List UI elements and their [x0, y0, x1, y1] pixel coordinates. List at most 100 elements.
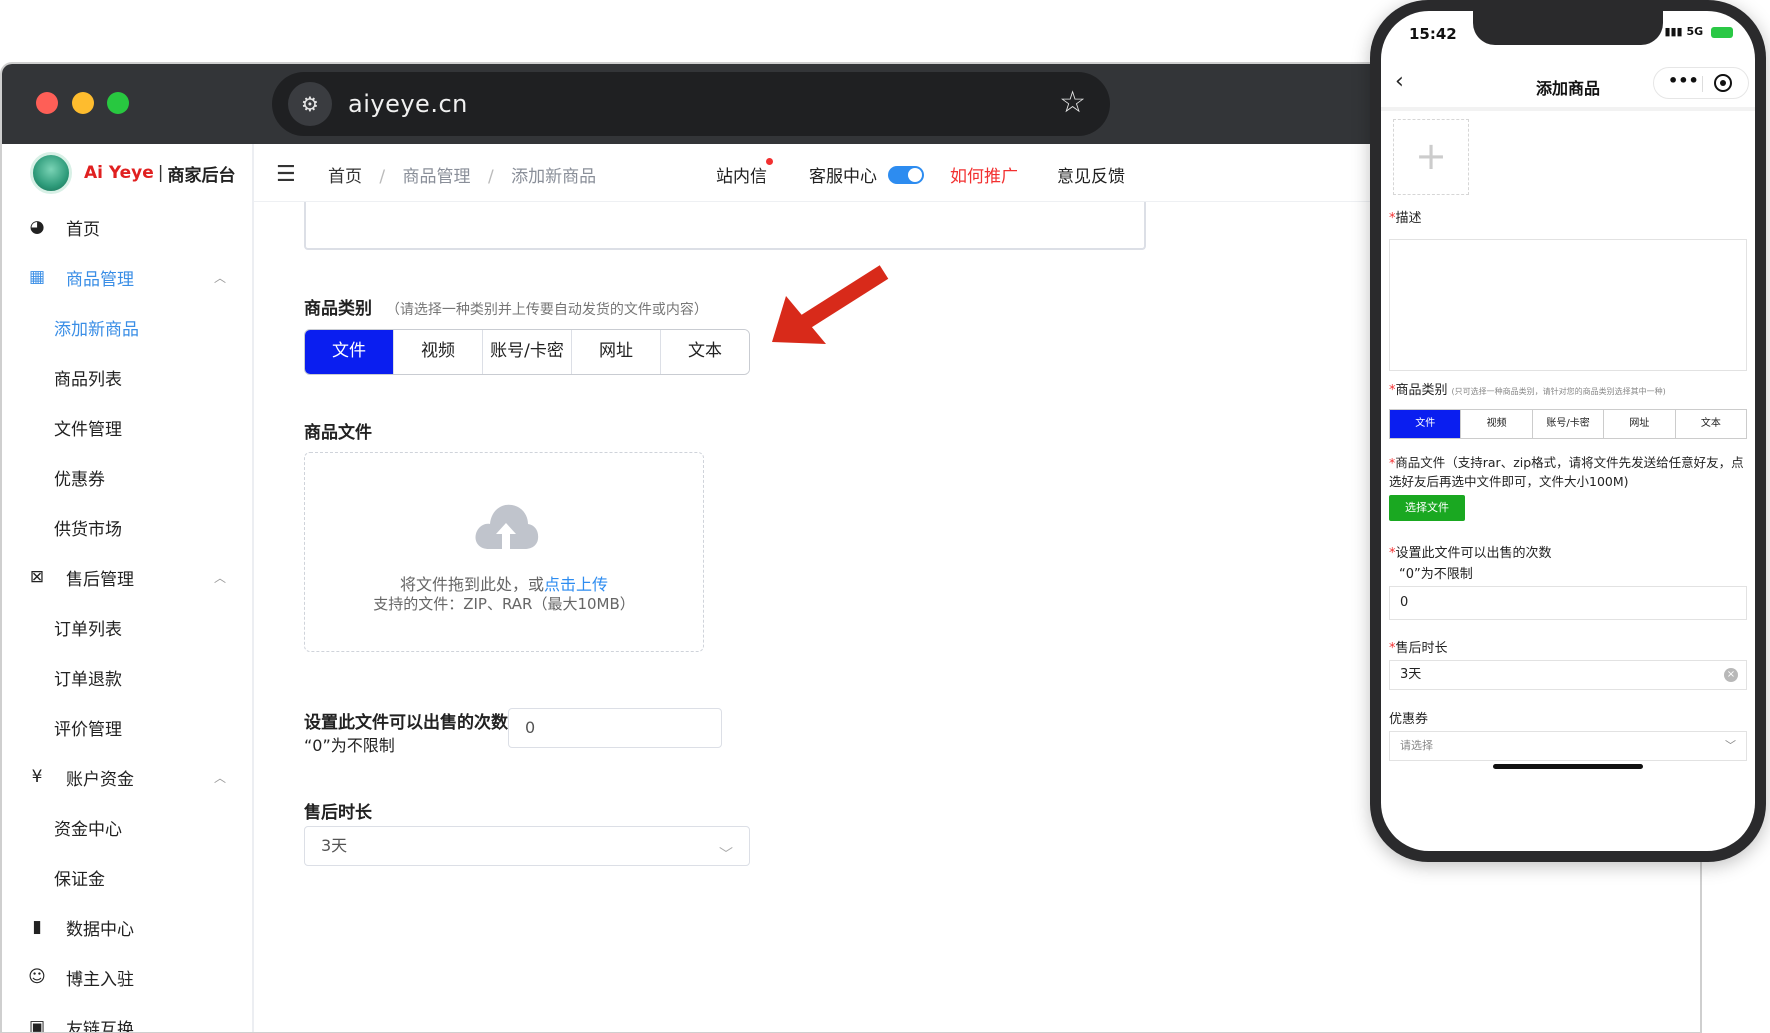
- service-toggle[interactable]: [888, 166, 925, 184]
- sidebar-item-label: 评价管理: [54, 719, 122, 740]
- phone-desc-label: *描述: [1389, 207, 1422, 226]
- minimize-window-button[interactable]: [72, 92, 94, 114]
- inbox-label: 站内信: [716, 167, 767, 187]
- home-indicator: [1493, 764, 1643, 769]
- phone-sell-count-note: “0”为不限制: [1399, 567, 1473, 582]
- service-center-link[interactable]: 客服中心: [809, 162, 925, 187]
- stage: ⚙ aiyeye.cn ☆ Ai Yeye | 商家后台 ◕ 首页 ▦ 商品管理…: [0, 0, 1770, 1033]
- category-option-file[interactable]: 文件: [305, 330, 394, 374]
- sidebar-item-reviews[interactable]: 评价管理: [2, 702, 252, 752]
- sidebar-item-links[interactable]: ▣ 友链互换: [2, 1002, 252, 1033]
- category-selector: 文件 视频 账号/卡密 网址 文本: [304, 329, 750, 375]
- phone-category-label: *商品类别 (只可选择一种商品类别，请针对您的商品类别选择其中一种): [1389, 379, 1666, 398]
- grid-icon: ▦: [28, 267, 46, 287]
- bookmark-star-icon[interactable]: ☆: [1059, 86, 1086, 120]
- chevron-up-icon: ︿: [213, 270, 226, 285]
- sidebar-item-label: 添加新商品: [54, 319, 139, 340]
- upload-text: 将文件拖到此处，或: [399, 575, 544, 594]
- aftersale-value: 3天: [321, 836, 348, 855]
- menu-toggle-icon[interactable]: ☰: [276, 162, 296, 187]
- clear-icon[interactable]: ×: [1724, 668, 1738, 682]
- sidebar-item-label: 商品管理: [66, 269, 134, 290]
- sidebar-item-orders[interactable]: 订单列表: [2, 602, 252, 652]
- breadcrumb-products[interactable]: 商品管理: [403, 167, 471, 187]
- yen-icon: ¥: [31, 767, 43, 787]
- sidebar-item-blogger[interactable]: ☺ 博主入驻: [2, 952, 252, 1002]
- status-indicators: ▮▮▮ 5G: [1664, 25, 1733, 38]
- sidebar-item-deposit[interactable]: 保证金: [2, 852, 252, 902]
- phone-navbar: ‹ 添加商品 •••: [1381, 61, 1755, 107]
- category-label: 商品类别: [304, 299, 372, 319]
- brand-separator: |: [157, 163, 164, 183]
- phone-category-selector: 文件 视频 账号/卡密 网址 文本: [1389, 409, 1747, 439]
- desc-label-text: 描述: [1395, 211, 1422, 226]
- aftersale-select[interactable]: 3天 ﹀: [304, 826, 750, 866]
- category-option-text[interactable]: 文本: [661, 330, 749, 374]
- sidebar-item-funds[interactable]: ¥ 账户资金 ︿: [2, 752, 252, 802]
- brand-subtitle: 商家后台: [167, 165, 236, 186]
- add-image-button[interactable]: +: [1393, 119, 1469, 195]
- category-option-url[interactable]: 网址: [572, 330, 661, 374]
- sidebar-item-data-center[interactable]: ▮ 数据中心: [2, 902, 252, 952]
- sidebar-item-label: 友链互换: [66, 1019, 134, 1033]
- sidebar-item-aftersale[interactable]: ⊠ 售后管理 ︿: [2, 552, 252, 602]
- category-option-account[interactable]: 账号/卡密: [483, 330, 572, 374]
- sidebar-item-product-list[interactable]: 商品列表: [2, 352, 252, 402]
- phone-aftersale-input[interactable]: 3天 ×: [1389, 660, 1747, 690]
- chevron-down-icon: ﹀: [719, 847, 733, 863]
- phone-sell-count-input[interactable]: 0: [1389, 586, 1747, 620]
- breadcrumb-separator: /: [487, 167, 494, 187]
- sidebar-item-label: 文件管理: [54, 419, 122, 440]
- dashboard-icon: ◕: [29, 217, 45, 237]
- brand[interactable]: Ai Yeye | 商家后台: [2, 144, 252, 202]
- phone-category-url[interactable]: 网址: [1604, 410, 1676, 438]
- sidebar: Ai Yeye | 商家后台 ◕ 首页 ▦ 商品管理 ︿ 添加新商品 商品列表 …: [2, 144, 254, 1032]
- phone-desc-textarea[interactable]: [1389, 239, 1747, 371]
- sidebar-item-refunds[interactable]: 订单退款: [2, 652, 252, 702]
- blogger-icon: ☺: [28, 967, 46, 987]
- sidebar-item-label: 博主入驻: [66, 969, 134, 990]
- phone-coupon-label: 优惠券: [1389, 712, 1429, 727]
- sidebar-item-fund-center[interactable]: 资金中心: [2, 802, 252, 852]
- promo-link[interactable]: 如何推广: [950, 162, 1018, 187]
- file-upload-dropzone[interactable]: 将文件拖到此处，或点击上传 支持的文件：ZIP、RAR（最大10MB）: [304, 452, 704, 652]
- upload-link[interactable]: 点击上传: [544, 575, 608, 594]
- more-options-icon[interactable]: •••: [1668, 71, 1699, 90]
- phone-category-account[interactable]: 账号/卡密: [1533, 410, 1605, 438]
- close-miniprogram-icon[interactable]: [1714, 74, 1732, 92]
- nav-divider: [1381, 107, 1755, 111]
- sell-count-label: 设置此文件可以出售的次数: [304, 713, 508, 733]
- sidebar-item-label: 资金中心: [54, 819, 122, 840]
- sidebar-nav: ◕ 首页 ▦ 商品管理 ︿ 添加新商品 商品列表 文件管理 优惠券 供货市场 ⊠…: [2, 202, 252, 1033]
- phone-category-text[interactable]: 文本: [1676, 410, 1746, 438]
- address-bar[interactable]: ⚙ aiyeye.cn ☆: [272, 72, 1110, 136]
- file-label: 商品文件: [304, 423, 372, 443]
- phone-category-video[interactable]: 视频: [1461, 410, 1533, 438]
- category-option-video[interactable]: 视频: [394, 330, 483, 374]
- close-window-button[interactable]: [36, 92, 58, 114]
- site-settings-icon[interactable]: ⚙: [288, 82, 332, 126]
- maximize-window-button[interactable]: [107, 92, 129, 114]
- inbox-link[interactable]: 站内信: [716, 158, 773, 187]
- battery-icon: [1711, 26, 1733, 38]
- aftersale-label-text: 售后时长: [1395, 641, 1448, 656]
- unread-badge: [766, 158, 773, 165]
- sidebar-item-files[interactable]: 文件管理: [2, 402, 252, 452]
- sidebar-item-products[interactable]: ▦ 商品管理 ︿: [2, 252, 252, 302]
- sidebar-item-supply-market[interactable]: 供货市场: [2, 502, 252, 552]
- phone-category-file[interactable]: 文件: [1390, 410, 1462, 438]
- feedback-link[interactable]: 意见反馈: [1057, 162, 1125, 187]
- sidebar-item-home[interactable]: ◕ 首页: [2, 202, 252, 252]
- sidebar-item-coupons[interactable]: 优惠券: [2, 452, 252, 502]
- phone-screen: 15:42 ▮▮▮ 5G ‹ 添加商品 ••• + *描述 *商品类别 (只可选…: [1381, 11, 1755, 851]
- sidebar-item-label: 首页: [66, 219, 100, 240]
- sidebar-item-add-product[interactable]: 添加新商品: [2, 302, 252, 352]
- sell-count-input[interactable]: 0: [508, 708, 722, 748]
- phone-coupon-select[interactable]: 请选择 ﹀: [1389, 731, 1747, 761]
- breadcrumb-home[interactable]: 首页: [328, 167, 362, 187]
- category-section: 商品类别 （请选择一种类别并上传要自动发货的文件或内容）: [304, 294, 708, 319]
- sell-count-label-text: 设置此文件可以出售的次数: [1395, 546, 1552, 561]
- aftersale-icon: ⊠: [29, 567, 45, 587]
- description-textarea[interactable]: [304, 202, 1146, 250]
- choose-file-button[interactable]: 选择文件: [1389, 495, 1465, 521]
